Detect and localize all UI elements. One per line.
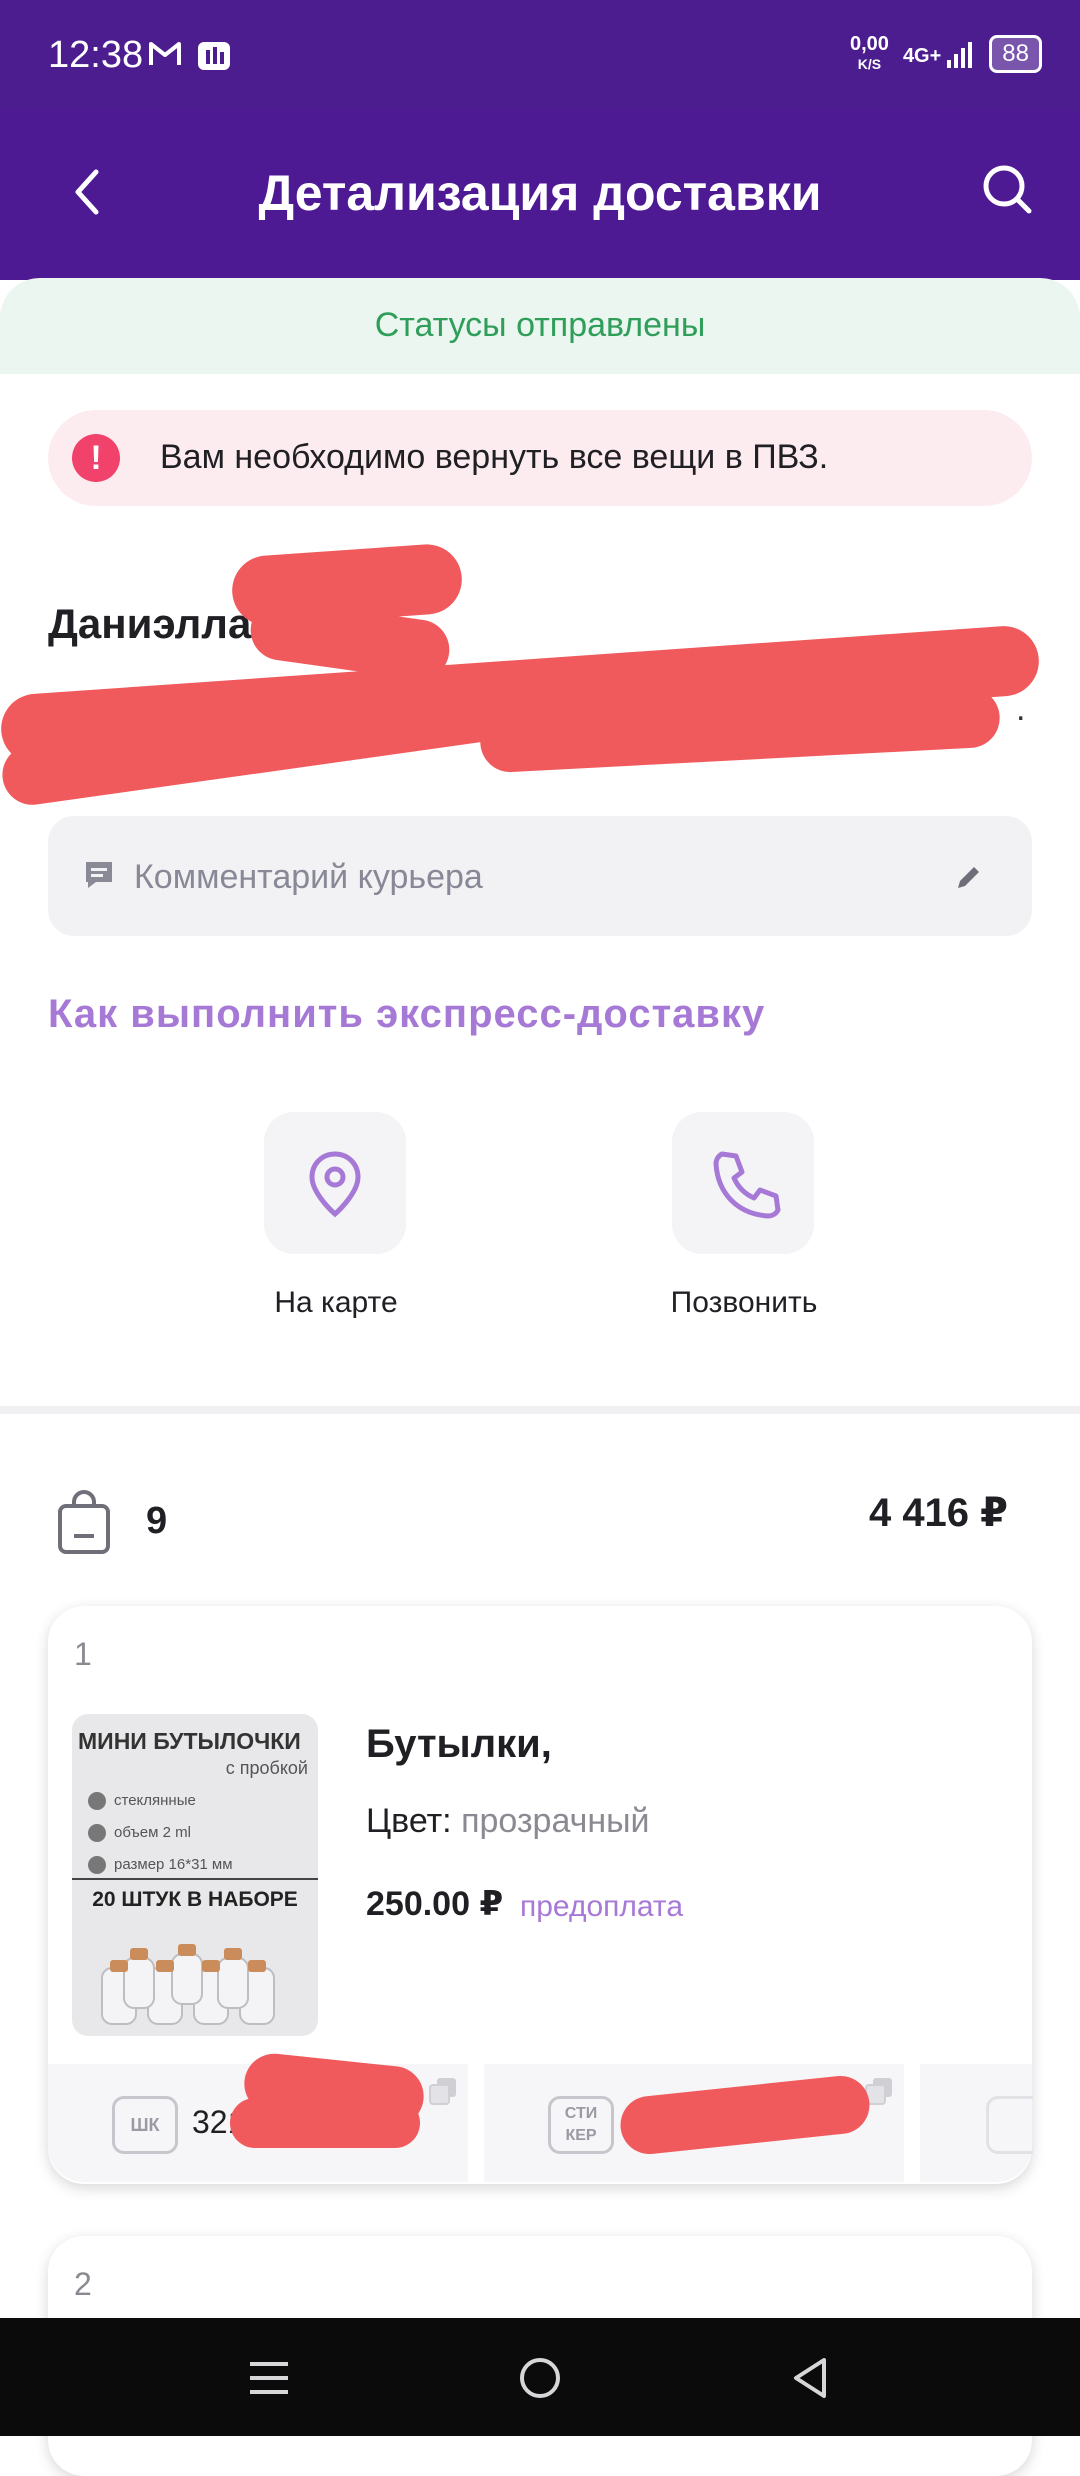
status-time: 12:38 — [48, 34, 144, 76]
page-title: Детализация доставки — [258, 165, 822, 221]
search-icon — [983, 165, 1032, 214]
address-end-dot: . — [1016, 690, 1026, 728]
product-name: Бутылки, — [366, 1722, 552, 1766]
call-button-label: Позвонить — [670, 1286, 818, 1319]
thumb-subtitle: с пробкой — [225, 1758, 308, 1778]
section-divider — [0, 1406, 1080, 1414]
menu-icon[interactable] — [248, 2358, 290, 2398]
phone-icon — [713, 1151, 781, 1219]
product-price: 250.00 ₽ — [366, 1885, 504, 1923]
courier-comment-placeholder: Комментарий курьера — [134, 858, 483, 896]
map-button-label: На карте — [274, 1286, 398, 1319]
call-button[interactable] — [672, 1112, 814, 1254]
product-thumbnail[interactable]: МИНИ БУТЫЛОЧКИ с пробкой стеклянные объе… — [72, 1714, 318, 2036]
recipient-name: Даниэлла — [48, 600, 252, 647]
system-nav-bar — [0, 2318, 1080, 2436]
color-label: Цвет: — [366, 1802, 452, 1840]
exclamation-icon: ! — [72, 434, 120, 482]
comment-icon — [82, 858, 116, 892]
thumb-banner: 20 ШТУК В НАБОРЕ — [72, 1878, 318, 1920]
app-notification-icon — [196, 40, 232, 70]
more-code-cell[interactable] — [920, 2064, 1033, 2182]
item-index: 1 — [74, 1636, 92, 1672]
home-icon[interactable] — [518, 2356, 562, 2400]
thumb-bullet: стеклянные — [88, 1792, 196, 1810]
pencil-icon[interactable] — [954, 862, 984, 892]
network-type: 4G+ — [902, 45, 942, 67]
status-right: 0,00 K/S 4G+ 88 — [850, 34, 1042, 74]
thumb-bullet: размер 16*31 мм — [88, 1856, 233, 1874]
color-value: прозрачный — [461, 1802, 650, 1840]
map-button[interactable] — [264, 1112, 406, 1254]
bottles-image — [101, 1944, 275, 2025]
battery-indicator: 88 — [989, 35, 1042, 73]
gmail-icon — [148, 40, 182, 70]
sticker-badge: СТИ КЕР — [548, 2096, 614, 2154]
express-delivery-link[interactable]: Как выполнить экспресс-доставку — [48, 992, 765, 1037]
back-nav-icon[interactable] — [790, 2356, 830, 2400]
barcode-badge: ШК — [112, 2096, 178, 2154]
partial-code-badge — [986, 2096, 1033, 2154]
thumb-title: МИНИ БУТЫЛОЧКИ — [78, 1728, 301, 1754]
payment-status: предоплата — [520, 1890, 684, 1923]
product-color: Цвет: прозрачный — [366, 1802, 650, 1841]
signal-icon — [947, 42, 973, 68]
redaction-scribble — [230, 2098, 420, 2148]
thumb-bullet: объем 2 ml — [88, 1824, 191, 1842]
items-count: 9 — [146, 1500, 168, 1542]
bag-icon — [56, 1490, 112, 1556]
status-strip-text: Статусы отправлены — [374, 306, 706, 344]
speed-unit: K/S — [857, 56, 882, 72]
copy-icon[interactable] — [428, 2076, 458, 2106]
item-index: 2 — [74, 2266, 92, 2302]
order-total: 4 416 ₽ — [868, 1491, 1008, 1535]
speed-value: 0,00 — [850, 33, 889, 55]
location-pin-icon — [309, 1151, 361, 1218]
alert-text: Вам необходимо вернуть все вещи в ПВЗ. — [160, 438, 829, 476]
search-button[interactable] — [980, 162, 1036, 218]
